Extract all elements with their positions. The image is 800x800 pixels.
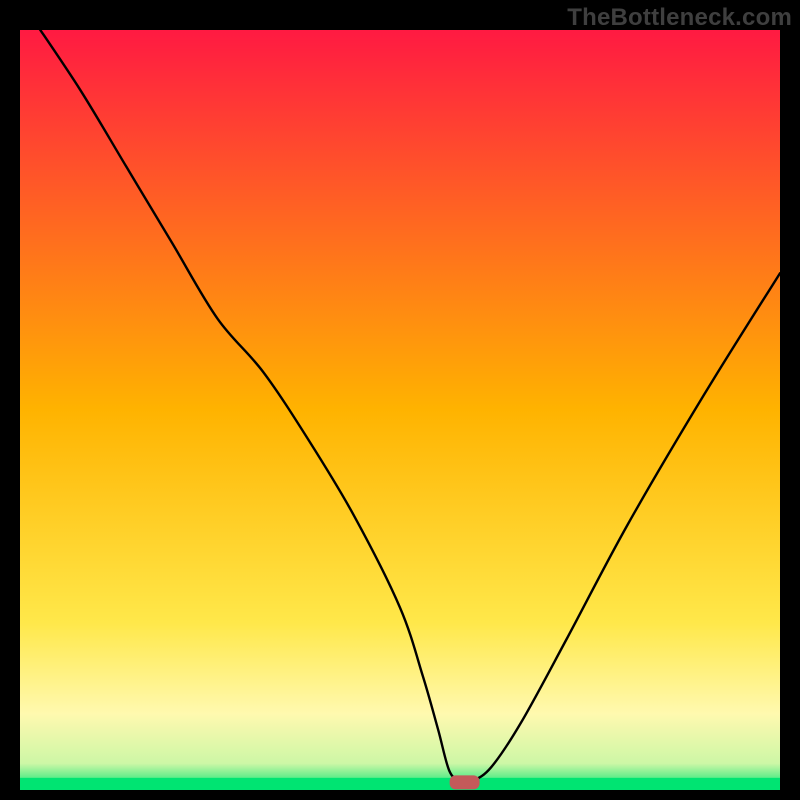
plot-background (20, 30, 780, 790)
chart-root: TheBottleneck.com (0, 0, 800, 800)
watermark-text: TheBottleneck.com (567, 4, 792, 32)
bottleneck-chart (0, 0, 800, 800)
optimum-marker (450, 775, 480, 789)
floor-strip (20, 778, 780, 790)
